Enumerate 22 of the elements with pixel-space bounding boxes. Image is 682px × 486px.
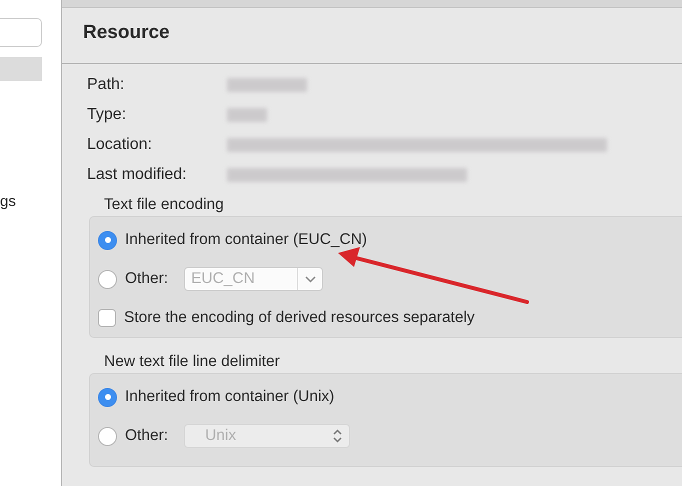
field-label: Type: xyxy=(87,106,128,124)
field-label: Location: xyxy=(87,136,153,154)
field-label: Last modified: xyxy=(87,166,188,184)
option-label: Store the encoding of derived resources separately xyxy=(124,309,475,327)
up-down-chevron-icon xyxy=(332,429,342,443)
group-title: Text file encoding xyxy=(104,195,225,215)
checkbox[interactable] xyxy=(98,309,116,327)
option-label: Other: xyxy=(125,427,168,445)
search-field[interactable] xyxy=(0,18,42,47)
option-label: Inherited from container (Unix) xyxy=(125,388,334,406)
radio-button[interactable] xyxy=(98,426,117,446)
field-label: Path: xyxy=(87,76,126,94)
blurred-value xyxy=(227,108,267,122)
radio-button[interactable] xyxy=(98,230,117,250)
option-label: Other: xyxy=(125,270,168,288)
radio-button[interactable] xyxy=(98,270,117,288)
option-label: Inherited from container (EUC_CN) xyxy=(125,231,368,249)
section-title: Resource xyxy=(62,8,682,64)
chevron-down-icon xyxy=(304,276,316,282)
sidebar-item[interactable]: gs xyxy=(0,192,61,212)
group-title: New text file line delimiter xyxy=(104,352,281,372)
radio-button[interactable] xyxy=(98,388,117,406)
